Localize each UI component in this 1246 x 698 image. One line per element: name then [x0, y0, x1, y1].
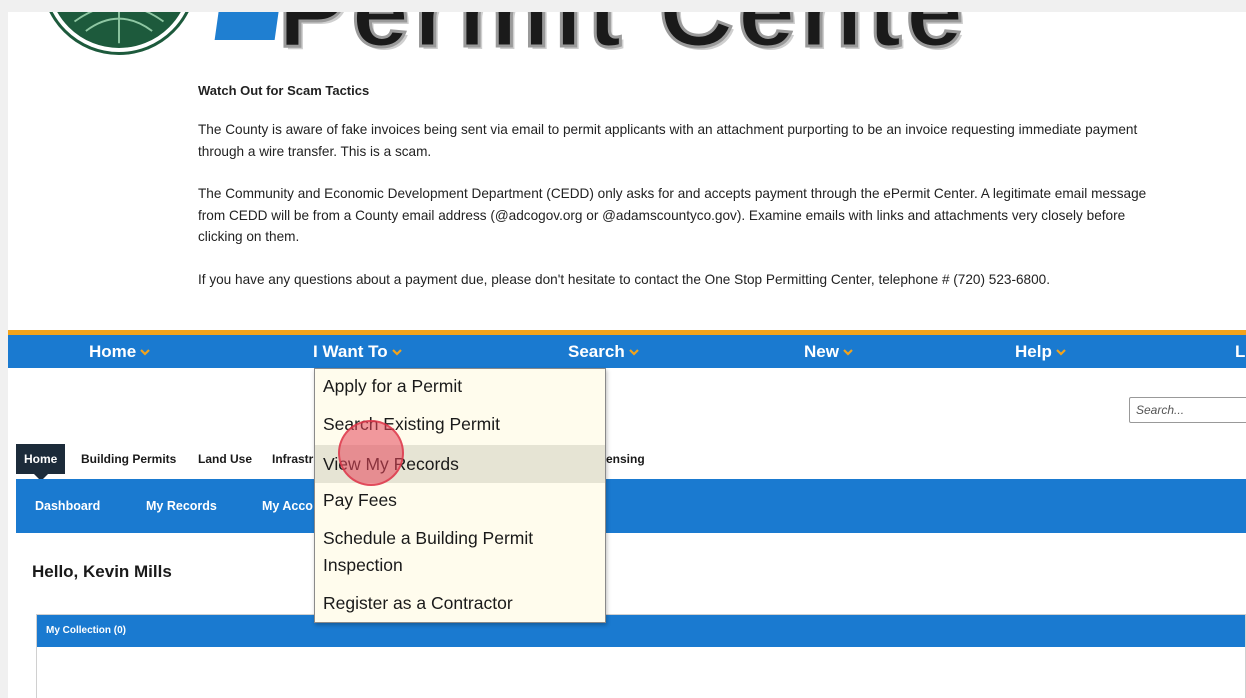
chevron-down-icon — [628, 349, 639, 356]
dropdown-schedule-inspection-line2[interactable]: Inspection — [315, 552, 605, 579]
notice-paragraph-1: The County is aware of fake invoices bei… — [198, 122, 1138, 159]
tab-infrastructure[interactable]: Infrastr — [272, 444, 313, 474]
notice-title: Watch Out for Scam Tactics — [198, 83, 370, 98]
dropdown-view-my-records[interactable]: View My Records — [315, 445, 605, 483]
chevron-down-icon — [391, 349, 402, 356]
menu-i-want-to-label: I Want To — [313, 342, 388, 361]
i-want-to-dropdown: Apply for a Permit Search Existing Permi… — [314, 368, 606, 623]
tab-land-use[interactable]: Land Use — [198, 444, 252, 474]
menu-help[interactable]: Help — [1015, 335, 1067, 368]
header-banner: Permit Cente — [8, 12, 1246, 62]
page: Permit Cente Watch Out for Scam Tactics … — [8, 12, 1246, 698]
chevron-down-icon — [843, 349, 853, 356]
notice-paragraph-3: If you have any questions about a paymen… — [198, 271, 1051, 287]
my-collection-panel: My Collection (0) — [36, 614, 1246, 698]
banner-logo-block — [214, 12, 282, 40]
menu-search[interactable]: Search — [568, 335, 640, 368]
menu-new[interactable]: New — [804, 335, 854, 368]
tab-building-permits[interactable]: Building Permits — [81, 444, 176, 474]
greeting-text: Hello, Kevin Mills — [32, 562, 172, 581]
dropdown-apply-permit[interactable]: Apply for a Permit — [315, 373, 605, 400]
notice-paragraph-2: The Community and Economic Development D… — [198, 186, 1147, 244]
menu-home[interactable]: Home — [89, 335, 151, 368]
subnav-my-account[interactable]: My Acco — [262, 479, 313, 533]
county-seal-logo — [44, 12, 194, 52]
menu-search-label: Search — [568, 342, 625, 361]
tab-licensing[interactable]: ensing — [606, 444, 645, 474]
menu-home-label: Home — [89, 342, 137, 361]
subnav-dashboard[interactable]: Dashboard — [35, 479, 100, 533]
menu-help-label: Help — [1015, 342, 1052, 361]
dropdown-schedule-inspection[interactable]: Schedule a Building Permit — [315, 525, 605, 552]
subnav-my-records[interactable]: My Records — [146, 479, 217, 533]
menu-new-label: New — [804, 342, 839, 361]
menu-i-want-to[interactable]: I Want To — [313, 335, 403, 368]
menu-cut-off-item[interactable]: L — [1235, 335, 1245, 368]
chevron-down-icon — [1056, 349, 1066, 356]
chevron-down-icon — [140, 349, 151, 356]
sub-navigation: Dashboard My Records My Acco — [16, 479, 1246, 533]
dropdown-search-existing-permit[interactable]: Search Existing Permit — [315, 411, 605, 438]
dropdown-register-contractor[interactable]: Register as a Contractor — [315, 590, 605, 617]
dropdown-pay-fees[interactable]: Pay Fees — [315, 487, 605, 514]
search-input[interactable] — [1129, 397, 1246, 423]
tab-home[interactable]: Home — [16, 444, 66, 481]
collection-header[interactable]: My Collection (0) — [37, 615, 1245, 647]
scam-notice: Watch Out for Scam Tactics The County is… — [198, 82, 1168, 311]
main-menu-bar: Home I Want To Search New Help L — [8, 330, 1246, 368]
banner-heading-art: Permit Cente — [277, 12, 1246, 62]
